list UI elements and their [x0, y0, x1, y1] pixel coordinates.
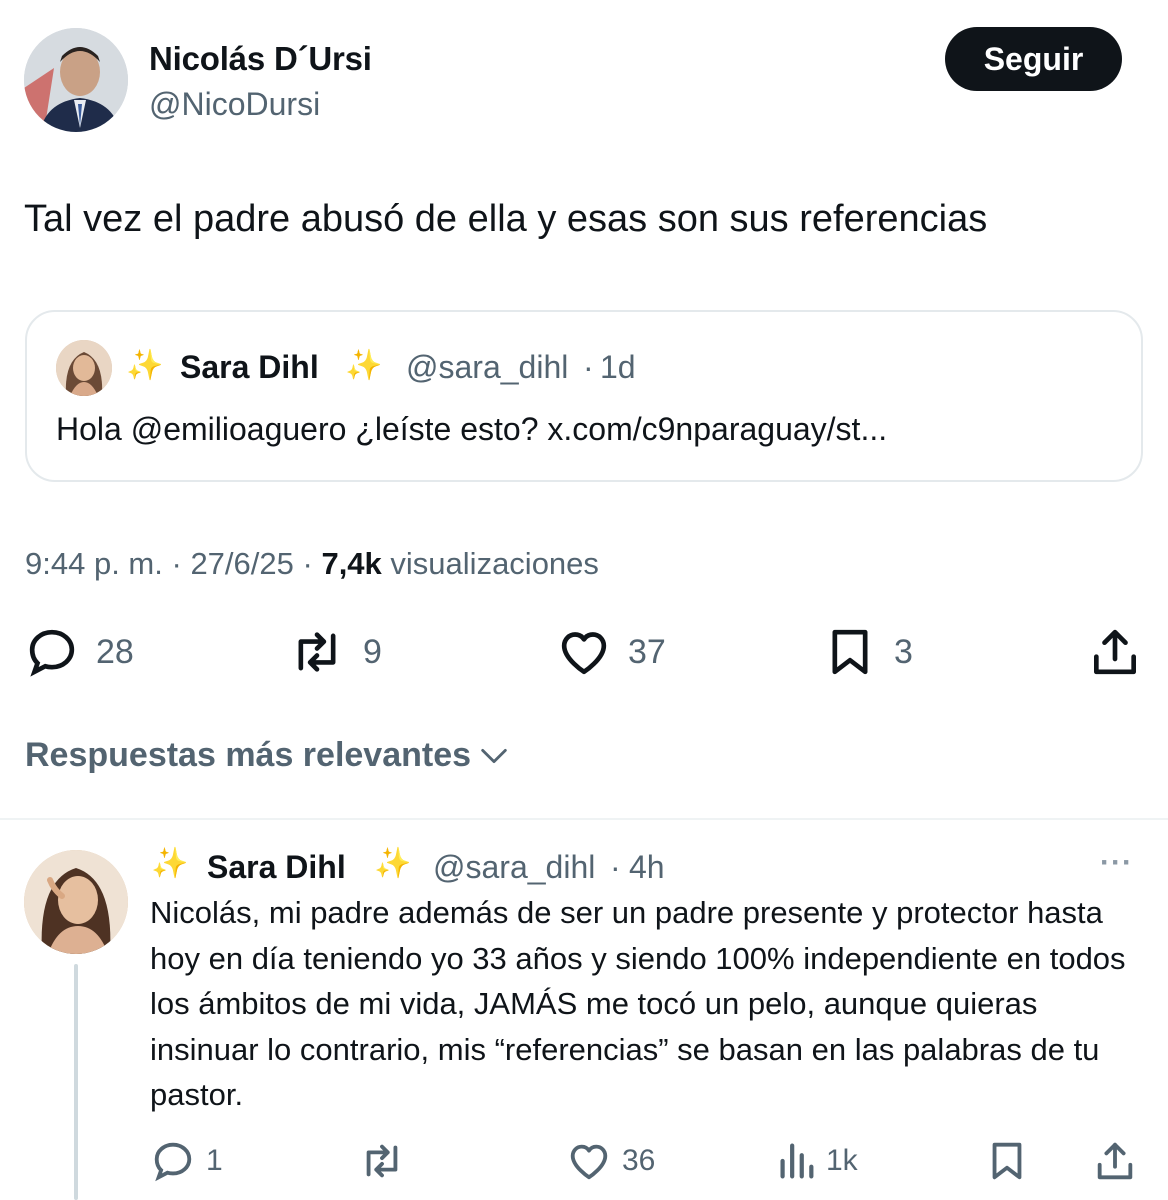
sparkle-emoji-icon: ✨ — [126, 349, 164, 382]
tweet-time[interactable]: 9:44 p. m. — [25, 546, 163, 581]
reply-retweet-button[interactable] — [357, 1138, 417, 1184]
sparkle-emoji-icon: ✨ — [374, 847, 412, 880]
share-icon — [1094, 629, 1136, 675]
reply-author-handle[interactable]: @sara_dihl — [433, 849, 595, 886]
reply-reply-button[interactable]: 1 — [150, 1138, 223, 1184]
tweet-meta: 9:44 p. m. · 27/6/25 · 7,4k visualizacio… — [25, 546, 599, 582]
thread-line — [74, 964, 78, 1200]
reply-icon — [29, 629, 75, 677]
chevron-down-icon — [481, 748, 507, 763]
retweet-button[interactable]: 9 — [287, 624, 382, 680]
heart-icon — [561, 632, 607, 675]
reply-separator: · — [610, 849, 621, 885]
reply-views-count: 1k — [826, 1144, 858, 1177]
heart-icon — [570, 1144, 608, 1180]
sparkle-emoji-icon: ✨ — [151, 847, 189, 880]
share-icon — [1097, 1142, 1133, 1180]
profile-photo-icon — [24, 850, 128, 954]
author-handle[interactable]: @NicoDursi — [149, 86, 320, 123]
follow-button[interactable]: Seguir — [945, 27, 1122, 91]
like-count: 37 — [628, 632, 666, 671]
reply-button[interactable]: 28 — [24, 624, 134, 680]
views-bar-chart-icon — [780, 1143, 814, 1179]
quoted-author-avatar[interactable] — [56, 340, 112, 396]
quoted-tweet-text: Hola @emilioaguero ¿leíste esto? x.com/c… — [56, 411, 888, 447]
reply-reply-count: 1 — [206, 1144, 223, 1177]
bookmark-icon — [992, 1142, 1022, 1180]
reply-bookmark-button[interactable] — [984, 1138, 1030, 1184]
bookmark-button[interactable]: 3 — [822, 624, 913, 680]
section-divider — [0, 818, 1168, 820]
views-count: 7,4k — [321, 546, 382, 581]
reply-views-button[interactable]: 1k — [776, 1138, 858, 1184]
like-button[interactable]: 37 — [556, 624, 666, 680]
tweet-text: Tal vez el padre abusó de ella y esas so… — [24, 198, 988, 240]
reply-icon — [154, 1142, 192, 1182]
views-label: visualizaciones — [390, 546, 599, 581]
bookmark-icon — [832, 629, 868, 675]
reply-like-button[interactable]: 36 — [566, 1138, 655, 1184]
sparkle-emoji-icon: ✨ — [345, 349, 383, 382]
quoted-separator: · — [583, 349, 594, 385]
quoted-author-name[interactable]: Sara Dihl — [180, 349, 319, 386]
quoted-tweet-card[interactable] — [25, 310, 1143, 482]
profile-photo-icon — [56, 340, 112, 396]
reply-like-count: 36 — [622, 1144, 656, 1177]
profile-photo-icon — [24, 28, 128, 132]
tweet-date[interactable]: 27/6/25 — [190, 546, 293, 581]
reply-count: 28 — [96, 632, 134, 671]
quoted-time[interactable]: 1d — [600, 349, 636, 386]
reply-author-name[interactable]: Sara Dihl — [207, 849, 346, 886]
quoted-author-handle[interactable]: @sara_dihl — [406, 349, 568, 386]
replies-sort-label: Respuestas más relevantes — [25, 736, 472, 774]
author-avatar[interactable] — [24, 28, 128, 132]
author-name[interactable]: Nicolás D´Ursi — [149, 40, 372, 78]
more-options-icon[interactable]: ··· — [1100, 846, 1133, 880]
meta-separator: · — [171, 546, 182, 581]
share-button[interactable] — [1087, 624, 1143, 680]
reply-text: Nicolás, mi padre además de ser un padre… — [150, 895, 1126, 1113]
retweet-icon — [298, 632, 336, 672]
reply-share-button[interactable] — [1092, 1138, 1138, 1184]
reply-author-avatar[interactable] — [24, 850, 128, 954]
meta-separator: · — [302, 546, 313, 581]
replies-sort-dropdown[interactable]: Respuestas más relevantes — [25, 736, 511, 775]
retweet-icon — [366, 1144, 398, 1178]
bookmark-count: 3 — [894, 632, 913, 671]
retweet-count: 9 — [363, 632, 382, 671]
reply-time[interactable]: 4h — [629, 849, 665, 886]
